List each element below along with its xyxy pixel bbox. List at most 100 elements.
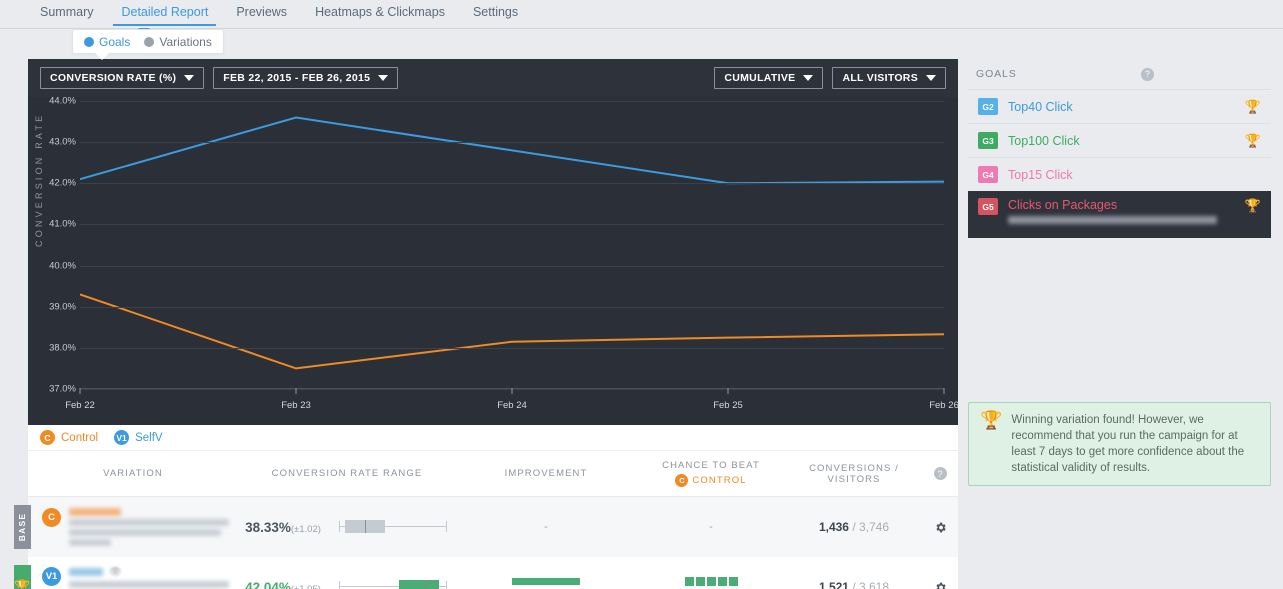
boxplot-control bbox=[337, 518, 449, 536]
x-axis-tick bbox=[79, 388, 81, 394]
toggle-option-goals[interactable]: Goals bbox=[84, 35, 130, 49]
median-control bbox=[364, 520, 367, 533]
x-axis-tick bbox=[511, 388, 513, 394]
y-axis-tick-label: 43.0% bbox=[49, 136, 76, 148]
gear-icon[interactable] bbox=[922, 521, 958, 534]
metric-selector[interactable]: CONVERSION RATE (%) bbox=[40, 67, 205, 89]
chance-square bbox=[684, 576, 694, 586]
goal-badge: G3 bbox=[978, 132, 998, 149]
help-icon: ? bbox=[933, 467, 947, 480]
chevron-down-icon bbox=[378, 75, 389, 81]
aggregation-selector[interactable]: CUMULATIVE bbox=[714, 67, 824, 89]
header-chance-line1: CHANCE TO BEAT bbox=[662, 460, 760, 471]
goal-badge: G4 bbox=[978, 166, 998, 183]
cell-chance-control: - bbox=[636, 521, 786, 533]
row-tag-base-label: BASE bbox=[17, 512, 28, 542]
header-chance-line2: CONTROL bbox=[692, 475, 747, 486]
improvement-bar-selfv bbox=[512, 577, 580, 585]
x-axis-tick-label: Feb 22 bbox=[65, 400, 95, 411]
chevron-down-icon bbox=[926, 75, 936, 81]
trophy-icon: 🏆 bbox=[14, 579, 31, 589]
cell-variation-selfv: V1 👁 bbox=[28, 566, 238, 589]
tab-summary[interactable]: Summary bbox=[26, 0, 107, 26]
toggle-option-variations[interactable]: Variations bbox=[144, 34, 212, 49]
help-icon[interactable]: ? bbox=[1140, 67, 1154, 81]
y-axis-tick-label: 37.0% bbox=[49, 383, 76, 395]
gear-icon[interactable] bbox=[922, 581, 958, 589]
legend-item-selfv[interactable]: V1 SelfV bbox=[114, 430, 163, 445]
right-column: GOALS ? G2 Top40 Click 🏆 G3 Top100 Click… bbox=[968, 59, 1271, 589]
segment-selector[interactable]: ALL VISITORS bbox=[832, 67, 946, 89]
grid-line bbox=[80, 142, 944, 144]
x-axis-tick-label: Feb 24 bbox=[497, 400, 527, 411]
cell-conversions-control: 1,436 / 3,746 bbox=[818, 520, 890, 534]
tab-previews[interactable]: Previews bbox=[222, 0, 301, 26]
chart-body: CONVERSION RATE 44.0% 43.0% 42.0% 41.0% 40.0… bbox=[28, 96, 959, 425]
goal-label: Top15 Click bbox=[1008, 167, 1073, 182]
boxplot-selfv bbox=[337, 578, 449, 589]
variation-url-line-1 bbox=[69, 580, 229, 588]
table-header-row: VARIATION CONVERSION RATE RANGE IMPROVEM… bbox=[28, 451, 958, 497]
row-tag-base: BASE bbox=[14, 505, 31, 549]
cell-improvement-control: - bbox=[456, 521, 636, 533]
row-tag-winner: 🏆 bbox=[14, 565, 31, 589]
whisker-cap-right bbox=[445, 521, 447, 532]
tab-detailed-report[interactable]: Detailed Report bbox=[107, 0, 222, 26]
header-help[interactable]: ? bbox=[922, 467, 958, 480]
whisker-cap-left bbox=[338, 581, 340, 589]
goal-item-top100-click[interactable]: G3 Top100 Click 🏆 bbox=[968, 123, 1271, 157]
goal-item-clicks-on-packages[interactable]: G5 Clicks on Packages 🏆 bbox=[968, 191, 1271, 238]
grid-line bbox=[80, 306, 944, 308]
toggle-variations-label: Variations bbox=[159, 34, 212, 49]
legend-item-control[interactable]: C Control bbox=[40, 430, 98, 445]
toggle-goals-label: Goals bbox=[99, 34, 131, 49]
cell-range-selfv: 42.04%(±1.05) bbox=[238, 578, 456, 589]
date-range-selector[interactable]: FEB 22, 2015 - FEB 26, 2015 bbox=[213, 67, 399, 89]
conversions-control: 1,436 bbox=[818, 520, 849, 534]
chance-square bbox=[728, 576, 738, 586]
variation-name-selfv bbox=[69, 568, 103, 576]
goal-item-top40-click[interactable]: G2 Top40 Click 🏆 bbox=[968, 89, 1271, 123]
chance-square bbox=[695, 576, 705, 586]
winning-variation-notice: 🏆 Winning variation found! However, we r… bbox=[968, 402, 1271, 486]
radio-selected-icon bbox=[84, 36, 94, 47]
table-row[interactable]: 🏆 V1 👁 42.04%(±1.05) 1,521 / 3,618 bbox=[14, 557, 958, 589]
x-axis-tick-label: Feb 25 bbox=[713, 400, 743, 411]
improvement-control: - bbox=[544, 521, 548, 533]
left-column: CONVERSION RATE (%) FEB 22, 2015 - FEB 2… bbox=[14, 59, 959, 589]
goals-title: GOALS bbox=[976, 68, 1017, 80]
eye-icon[interactable]: 👁 bbox=[109, 567, 122, 578]
legend-label-selfv: SelfV bbox=[135, 431, 163, 444]
header-chance-to-beat: CHANCE TO BEAT C CONTROL bbox=[636, 460, 786, 487]
chart-plot-area: 44.0% 43.0% 42.0% 41.0% 40.0% 39.0% 38.0% 37.0%… bbox=[49, 96, 959, 412]
variation-name-control bbox=[69, 508, 121, 516]
goal-label: Top40 Click bbox=[1008, 99, 1073, 114]
y-axis-tick-label: 42.0% bbox=[49, 177, 76, 189]
view-toggle-container: Goals Variations bbox=[0, 28, 1283, 60]
conversions-selfv: 1,521 bbox=[818, 580, 849, 589]
goal-item-top15-click[interactable]: G4 Top15 Click bbox=[968, 157, 1271, 191]
trophy-icon: 🏆 bbox=[1244, 198, 1261, 213]
header-conversions-line1: CONVERSIONS / bbox=[809, 462, 899, 474]
x-axis-tick-label: Feb 23 bbox=[281, 400, 311, 411]
main-content: CONVERSION RATE (%) FEB 22, 2015 - FEB 2… bbox=[0, 59, 1283, 589]
header-conversions-line2: VISITORS bbox=[827, 473, 881, 485]
chance-square bbox=[717, 576, 727, 586]
goal-description-blurred bbox=[1008, 216, 1217, 224]
chart-series-svg bbox=[80, 101, 944, 389]
goal-badge: G2 bbox=[978, 98, 998, 115]
header-improvement: IMPROVEMENT bbox=[504, 468, 588, 479]
chart-toolbar: CONVERSION RATE (%) FEB 22, 2015 - FEB 2… bbox=[28, 59, 958, 97]
cell-variation-control: C bbox=[28, 508, 238, 546]
tab-heatmaps-clickmaps[interactable]: Heatmaps & Clickmaps bbox=[301, 0, 459, 26]
tab-settings[interactable]: Settings bbox=[459, 0, 532, 26]
grid-line bbox=[80, 347, 944, 349]
variation-badge-control: C bbox=[42, 508, 61, 527]
metric-selector-label: CONVERSION RATE (%) bbox=[50, 72, 177, 84]
view-toggle: Goals Variations bbox=[72, 29, 224, 54]
variation-url-line-1 bbox=[69, 519, 229, 526]
y-axis-tick-label: 38.0% bbox=[49, 342, 76, 354]
goals-list: G2 Top40 Click 🏆 G3 Top100 Click 🏆 G4 To… bbox=[968, 89, 1271, 238]
chance-squares-selfv bbox=[684, 576, 738, 586]
table-row[interactable]: BASE C 38.33%(±1.02) - - 1,436 / 3,746 bbox=[14, 497, 958, 557]
